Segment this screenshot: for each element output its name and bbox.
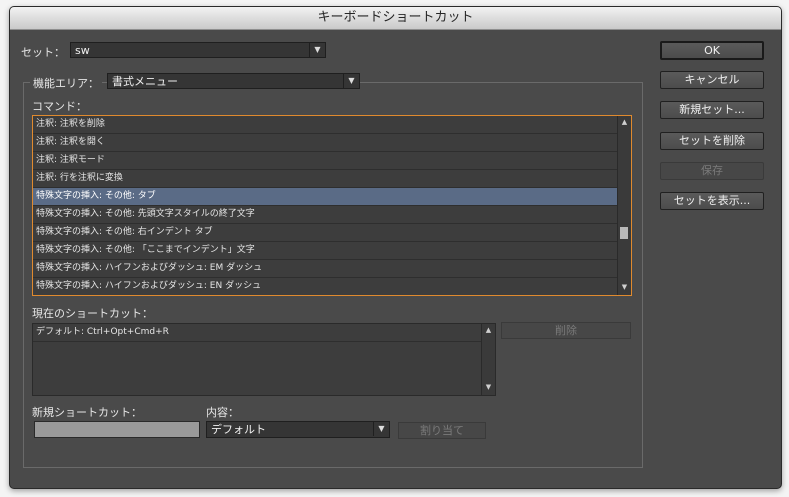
- list-item[interactable]: 特殊文字の挿入: その他: 「ここまでインデント」文字: [33, 242, 619, 260]
- list-item[interactable]: 注釈: 注釈を削除: [33, 116, 619, 134]
- scroll-down-icon[interactable]: ▼: [482, 383, 495, 391]
- list-item[interactable]: デフォルト: Ctrl+Opt+Cmd+R: [33, 324, 483, 342]
- commands-list[interactable]: 注釈: 注釈を削除 注釈: 注釈を開く 注釈: 注釈モード 注釈: 行を注釈に変…: [32, 115, 632, 296]
- save-button[interactable]: 保存: [660, 162, 764, 180]
- chevron-down-icon: ▼: [373, 422, 389, 436]
- list-item[interactable]: 注釈: 注釈モード: [33, 152, 619, 170]
- show-set-button[interactable]: セットを表示...: [660, 192, 764, 210]
- area-value: 書式メニュー: [112, 75, 178, 88]
- window-title: キーボードショートカット: [10, 7, 781, 30]
- current-shortcuts-scrollbar[interactable]: ▲ ▼: [481, 324, 495, 395]
- shortcut-dialog: キーボードショートカット セット： sw ▼ 機能エリア： 書式メニュー ▼ コ…: [9, 6, 782, 489]
- area-dropdown[interactable]: 書式メニュー ▼: [107, 73, 360, 89]
- current-shortcuts-label: 現在のショートカット：: [32, 307, 153, 320]
- list-item[interactable]: 注釈: 行を注釈に変換: [33, 170, 619, 188]
- list-item[interactable]: 特殊文字の挿入: ハイフンおよびダッシュ: EN ダッシュ: [33, 278, 619, 295]
- scroll-up-icon[interactable]: ▲: [618, 118, 631, 126]
- new-shortcut-input[interactable]: [34, 421, 200, 438]
- ok-button[interactable]: OK: [660, 41, 764, 60]
- current-shortcuts-list[interactable]: デフォルト: Ctrl+Opt+Cmd+R ▲ ▼: [32, 323, 496, 396]
- list-item-selected[interactable]: 特殊文字の挿入: その他: タブ: [33, 188, 619, 206]
- context-dropdown[interactable]: デフォルト ▼: [206, 421, 390, 438]
- list-item[interactable]: 特殊文字の挿入: その他: 右インデント タブ: [33, 224, 619, 242]
- assign-button[interactable]: 割り当て: [398, 422, 486, 439]
- scroll-up-icon[interactable]: ▲: [482, 326, 495, 334]
- context-value: デフォルト: [211, 423, 266, 436]
- list-item[interactable]: 特殊文字の挿入: ハイフンおよびダッシュ: EM ダッシュ: [33, 260, 619, 278]
- area-label: 機能エリア：: [30, 75, 102, 91]
- delete-set-button[interactable]: セットを削除: [660, 132, 764, 150]
- remove-button[interactable]: 削除: [501, 322, 631, 339]
- commands-scrollbar[interactable]: ▲ ▼: [617, 116, 631, 295]
- list-item[interactable]: 特殊文字の挿入: その他: 先頭文字スタイルの終了文字: [33, 206, 619, 224]
- scroll-down-icon[interactable]: ▼: [618, 283, 631, 291]
- commands-label: コマンド：: [32, 100, 87, 113]
- set-dropdown[interactable]: sw ▼: [70, 42, 326, 58]
- new-set-button[interactable]: 新規セット...: [660, 101, 764, 119]
- new-shortcut-label: 新規ショートカット：: [32, 406, 142, 419]
- cancel-button[interactable]: キャンセル: [660, 71, 764, 89]
- set-label: セット：: [21, 46, 65, 59]
- set-value: sw: [75, 44, 90, 57]
- list-item[interactable]: 注釈: 注釈を開く: [33, 134, 619, 152]
- scroll-thumb[interactable]: [620, 227, 628, 239]
- chevron-down-icon: ▼: [309, 43, 325, 57]
- chevron-down-icon: ▼: [343, 74, 359, 88]
- context-label: 内容：: [206, 406, 239, 419]
